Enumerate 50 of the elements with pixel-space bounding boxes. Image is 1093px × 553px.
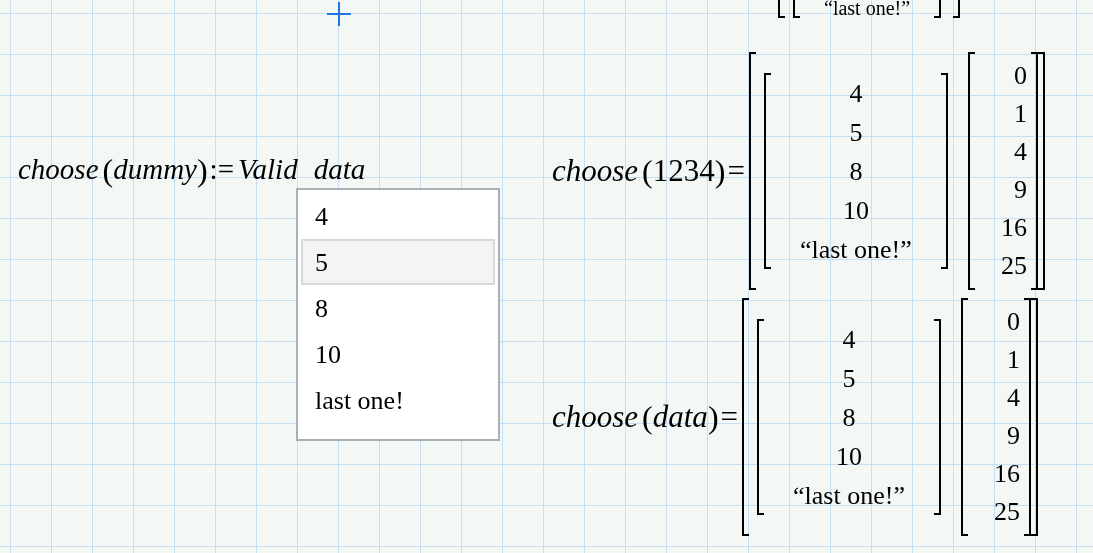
matrix-entry: “last one!” bbox=[793, 479, 905, 512]
matrix-entry: “last one!” bbox=[824, 0, 911, 18]
function-name: choose bbox=[552, 397, 639, 436]
dropdown-item[interactable]: 8 bbox=[301, 285, 495, 331]
matrix-entry: 10 bbox=[842, 194, 869, 227]
matrix-entry: 8 bbox=[842, 401, 856, 434]
matrix-entry: 1 bbox=[1013, 98, 1027, 130]
matrix-entry: 25 bbox=[1000, 250, 1027, 282]
parenthesis: ) bbox=[707, 398, 719, 437]
matrix-entry: 4 bbox=[1013, 136, 1027, 168]
matrix-entry: 9 bbox=[1013, 174, 1027, 206]
function-argument: data bbox=[652, 397, 708, 434]
matrix-entry: 0 bbox=[1007, 306, 1020, 338]
matrix-entry: 16 bbox=[994, 458, 1020, 490]
dropdown-item[interactable]: 5 bbox=[301, 239, 495, 285]
matrix-entry: 9 bbox=[1007, 420, 1020, 452]
value-word: data bbox=[313, 152, 366, 188]
matrix-entry: 0 bbox=[1013, 60, 1027, 92]
dropdown-item[interactable]: 10 bbox=[301, 331, 495, 377]
matrix-entry: 8 bbox=[849, 155, 863, 188]
operator: = bbox=[727, 151, 745, 190]
parenthesis: ) bbox=[714, 152, 726, 191]
matrix-bracket bbox=[778, 0, 785, 18]
function-argument: 1234 bbox=[652, 151, 715, 188]
parenthesis: ) bbox=[196, 151, 208, 190]
function-name: choose bbox=[552, 151, 639, 190]
matrix-entry: 10 bbox=[836, 440, 862, 473]
crosshair-icon bbox=[327, 2, 351, 26]
parenthesis: ( bbox=[642, 398, 653, 437]
function-argument: dummy bbox=[113, 152, 197, 186]
dropdown-item[interactable]: last one! bbox=[301, 377, 495, 423]
matrix-entry: 25 bbox=[994, 496, 1020, 528]
matrix-entry: 4 bbox=[849, 77, 863, 110]
parenthesis: ( bbox=[642, 152, 653, 191]
matrix-entry: 4 bbox=[1007, 382, 1020, 414]
dropdown-item[interactable]: 4 bbox=[301, 193, 495, 239]
matrix-entry: 16 bbox=[1000, 212, 1027, 244]
operator: := bbox=[209, 152, 235, 188]
operator: = bbox=[720, 397, 738, 436]
function-name: choose bbox=[18, 152, 99, 188]
matrix-entry: 4 bbox=[842, 323, 856, 356]
value-word: Valid bbox=[238, 152, 298, 188]
matrix-entry: 5 bbox=[849, 116, 863, 149]
matrix-entry: 1 bbox=[1007, 344, 1020, 376]
matrix-bracket bbox=[934, 0, 942, 18]
matrix-entry: “last one!” bbox=[799, 233, 912, 266]
parenthesis: ( bbox=[102, 151, 114, 190]
matrix-bracket bbox=[793, 0, 800, 18]
matrix-bracket bbox=[953, 0, 961, 18]
matrix-entry: 5 bbox=[842, 362, 856, 395]
